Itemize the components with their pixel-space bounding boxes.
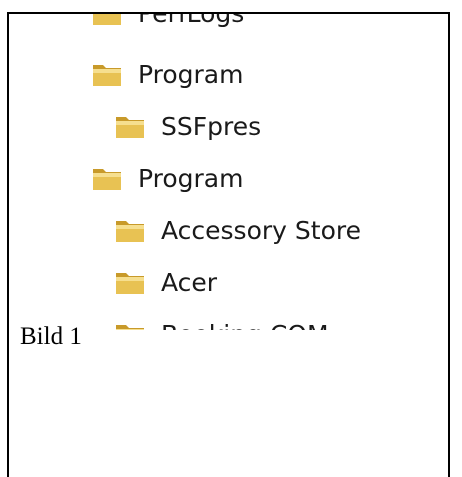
folder-icon (116, 273, 144, 294)
tree-item-program-2[interactable]: Program (90, 158, 243, 198)
explorer-tree-screenshot: PerfLogs Program SSFpres Program (10, 14, 448, 330)
tree-item-booking-com[interactable]: Booking.COM (113, 314, 329, 330)
folder-icon (93, 65, 121, 86)
tree-item-label: SSFpres (161, 111, 262, 141)
folder-icon (93, 14, 121, 25)
tree-item-acer[interactable]: Acer (113, 262, 217, 302)
tree-item-ssfpres[interactable]: SSFpres (113, 106, 261, 146)
tree-item-label: Program (138, 59, 244, 89)
tree-item-program[interactable]: Program (90, 54, 243, 94)
tree-item-label: Program (138, 163, 244, 193)
folder-icon (93, 169, 121, 190)
folder-icon (116, 117, 144, 138)
tree-item-label: Acer (161, 267, 218, 297)
tree-item-accessory-store[interactable]: Accessory Store (113, 210, 361, 250)
folder-icon (116, 325, 144, 330)
tree-item-label: Accessory Store (161, 215, 361, 245)
tree-item-label: PerfLogs (138, 14, 244, 28)
tree-item-label: Booking.COM (161, 320, 329, 331)
folder-icon (116, 221, 144, 242)
tree-item-perflogs[interactable]: PerfLogs (90, 14, 244, 33)
figure-caption: Bild 1 (20, 323, 82, 350)
